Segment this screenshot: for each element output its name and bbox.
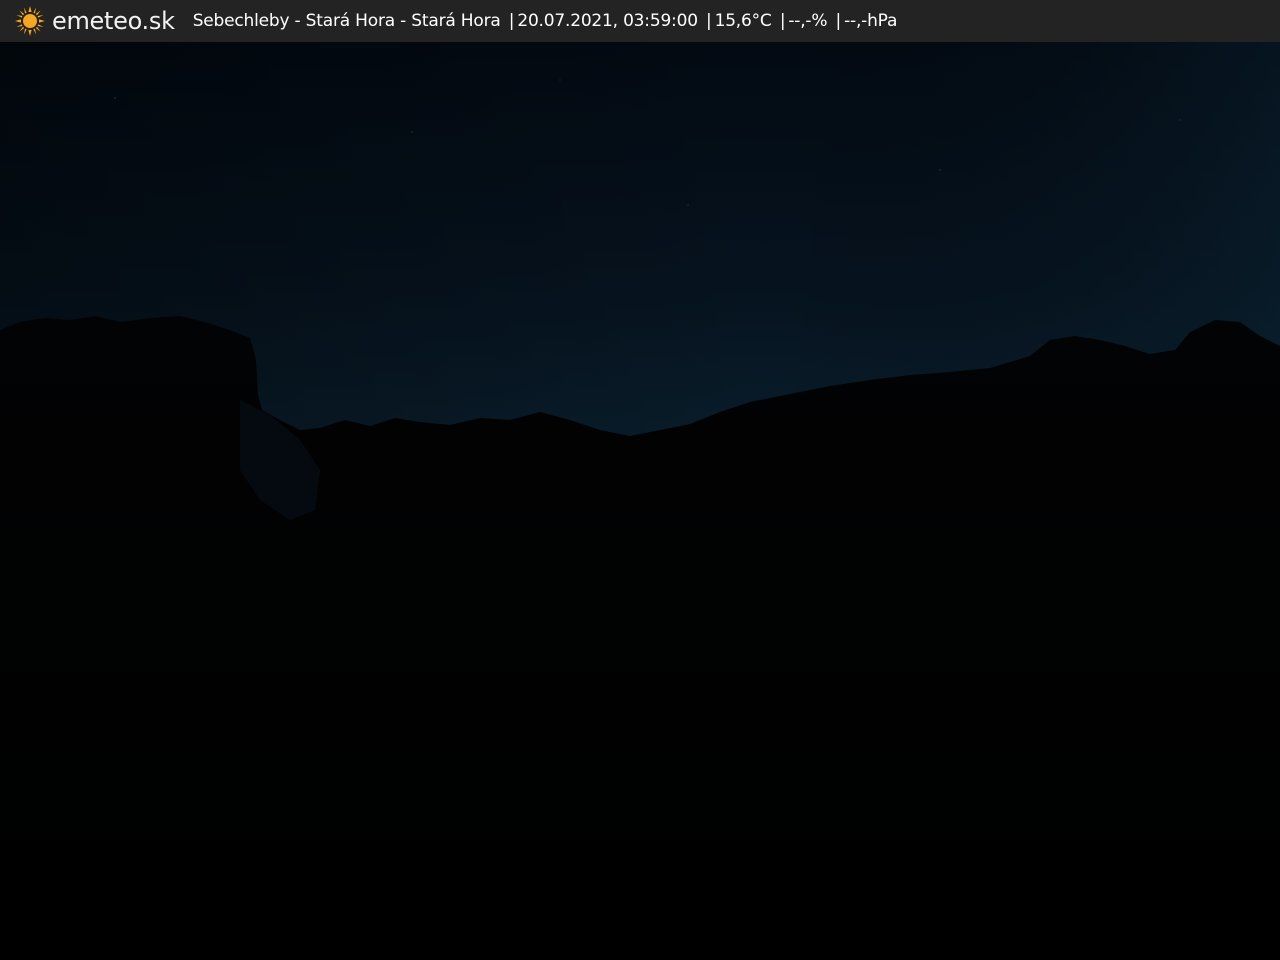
brand-name: emeteo.sk	[52, 7, 175, 35]
location-text: Sebechleby - Stará Hora - Stará Hora	[192, 11, 501, 31]
webcam-frame: emeteo.sk Sebechleby - Stará Hora - Star…	[0, 0, 1280, 960]
separator: |	[706, 11, 712, 31]
caption-bar: emeteo.sk Sebechleby - Stará Hora - Star…	[0, 0, 1280, 42]
weather-caption: Sebechleby - Stará Hora - Stará Hora | 20…	[192, 11, 898, 31]
separator: |	[835, 11, 842, 31]
temperature-text: 15,6°C	[714, 11, 772, 31]
emeteo-logo[interactable]: emeteo.sk	[14, 0, 175, 42]
datetime-text: 20.07.2021, 03:59:00	[517, 11, 698, 31]
separator: |	[508, 11, 515, 31]
humidity-text: --,-%	[788, 11, 828, 31]
sun-icon	[15, 6, 45, 36]
pressure-text: --,-hPa	[844, 11, 898, 31]
night-landscape-image	[0, 0, 1280, 960]
separator: |	[779, 11, 786, 31]
